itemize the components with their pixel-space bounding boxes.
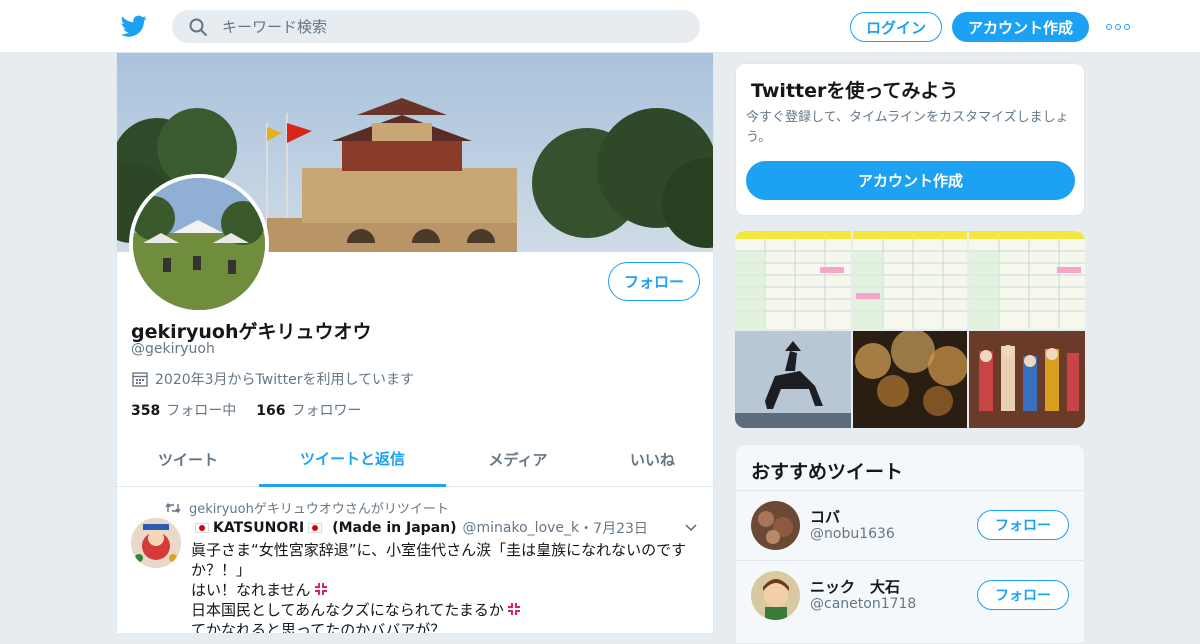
followers-label: フォロワー xyxy=(291,403,362,419)
media-thumb[interactable] xyxy=(735,231,851,329)
tweet-date[interactable]: ・7月23日 xyxy=(579,518,648,538)
following-count: 358 xyxy=(131,403,161,419)
joined-date: 2020年3月からTwitterを利用しています xyxy=(131,369,414,389)
recommended-panel: おすすめツイート コバ @nobu1636 フォロー ニック 大石 @canet… xyxy=(735,444,1085,644)
search-box[interactable] xyxy=(172,10,700,43)
following-label: フォロー中 xyxy=(166,403,237,419)
signup-card-title: Twitterを使ってみよう xyxy=(751,80,959,102)
profile-name: gekiryuohゲキリュウオウ xyxy=(131,321,372,343)
follow-button[interactable]: フォロー xyxy=(977,510,1069,540)
anger-emoji-icon xyxy=(314,583,327,595)
profile-tabs: ツイート ツイートと返信 メディア いいね xyxy=(117,432,713,487)
signup-card: Twitterを使ってみよう 今すぐ登録して、タイムラインをカスタマイズしましょ… xyxy=(735,63,1085,216)
avatar[interactable] xyxy=(751,571,800,620)
profile-handle[interactable]: @gekiryuoh xyxy=(131,341,215,357)
recommended-user-handle[interactable]: @nobu1636 xyxy=(810,526,895,542)
follow-button[interactable]: フォロー xyxy=(608,262,700,301)
signup-button[interactable]: アカウント作成 xyxy=(952,12,1089,42)
more-dots-icon[interactable] xyxy=(1106,20,1130,34)
calendar-icon xyxy=(132,372,148,387)
signup-card-button[interactable]: アカウント作成 xyxy=(746,161,1075,200)
japan-flag-icon xyxy=(195,523,209,533)
avatar[interactable] xyxy=(751,501,800,550)
retweet-icon xyxy=(165,502,181,513)
tweet-line: 眞子さま“女性宮家辞退”に、小室佳代さん涙「圭は皇族になれないのですか？！」 xyxy=(191,541,687,579)
tweet-line: はい！なれません xyxy=(191,580,701,600)
follow-button[interactable]: フォロー xyxy=(977,580,1069,610)
retweet-text: gekiryuohゲキリュウオウさんがリツイート xyxy=(189,502,449,517)
signup-card-desc: 今すぐ登録して、タイムラインをカスタマイズしましょう。 xyxy=(746,110,1069,145)
tweet-text: 眞子さま“女性宮家辞退”に、小室佳代さん涙「圭は皇族になれないのですか？！」 は… xyxy=(191,540,701,633)
media-grid xyxy=(735,231,1085,428)
japan-flag-icon xyxy=(308,523,323,533)
top-bar: ログイン アカウント作成 xyxy=(0,0,1200,53)
tweet-author-handle[interactable]: @minako_love_k xyxy=(463,520,580,536)
recommended-user-handle[interactable]: @caneton1718 xyxy=(810,596,916,612)
tweet-item[interactable]: gekiryuohゲキリュウオウさんがリツイート KATSUNORI (Made… xyxy=(117,488,713,633)
profile-stats: 358 フォロー中 166 フォロワー xyxy=(131,400,361,420)
tab-tweets-replies[interactable]: ツイートと返信 xyxy=(259,432,446,487)
tweet-author-name[interactable]: KATSUNORI xyxy=(213,520,304,536)
anger-emoji-icon xyxy=(507,603,520,615)
recommended-user[interactable]: コバ @nobu1636 フォロー xyxy=(736,490,1084,560)
twitter-bird-icon[interactable] xyxy=(120,13,148,39)
search-icon xyxy=(189,18,207,36)
joined-text: 2020年3月からTwitterを利用しています xyxy=(155,372,415,388)
login-button[interactable]: ログイン xyxy=(850,12,942,42)
retweet-context: gekiryuohゲキリュウオウさんがリツイート xyxy=(165,498,449,517)
tweet-header: KATSUNORI (Made in Japan) @minako_love_k… xyxy=(191,518,648,538)
tweet-line: てかなれると思ってたのかババアが？ xyxy=(191,621,446,633)
tweet-line: 日本国民としてあんなクズになられてたまるか xyxy=(191,600,701,620)
recommended-user[interactable]: ニック 大石 @caneton1718 フォロー xyxy=(736,560,1084,630)
chevron-down-icon[interactable] xyxy=(684,523,698,533)
tweet-author-avatar[interactable] xyxy=(131,518,181,568)
media-thumb[interactable] xyxy=(969,331,1085,428)
media-thumb[interactable] xyxy=(735,331,851,428)
tab-media[interactable]: メディア xyxy=(446,432,590,487)
following-stat[interactable]: 358 フォロー中 xyxy=(131,400,236,420)
media-thumb[interactable] xyxy=(853,331,967,428)
profile-column: フォロー gekiryuohゲキリュウオウ @gekiryuoh 2020年3月… xyxy=(116,53,714,633)
search-input[interactable] xyxy=(222,17,662,36)
media-thumb[interactable] xyxy=(853,231,967,329)
recommended-user-name[interactable]: コバ xyxy=(810,506,840,527)
recommended-title: おすすめツイート xyxy=(751,461,904,483)
followers-stat[interactable]: 166 フォロワー xyxy=(256,400,361,420)
media-thumb[interactable] xyxy=(969,231,1085,329)
followers-count: 166 xyxy=(256,403,286,419)
tweet-author-suffix[interactable]: (Made in Japan) xyxy=(332,520,456,536)
profile-avatar[interactable] xyxy=(129,174,269,314)
tab-likes[interactable]: いいね xyxy=(590,432,713,487)
tab-tweets[interactable]: ツイート xyxy=(117,432,259,487)
recommended-user-name[interactable]: ニック 大石 xyxy=(810,576,900,597)
